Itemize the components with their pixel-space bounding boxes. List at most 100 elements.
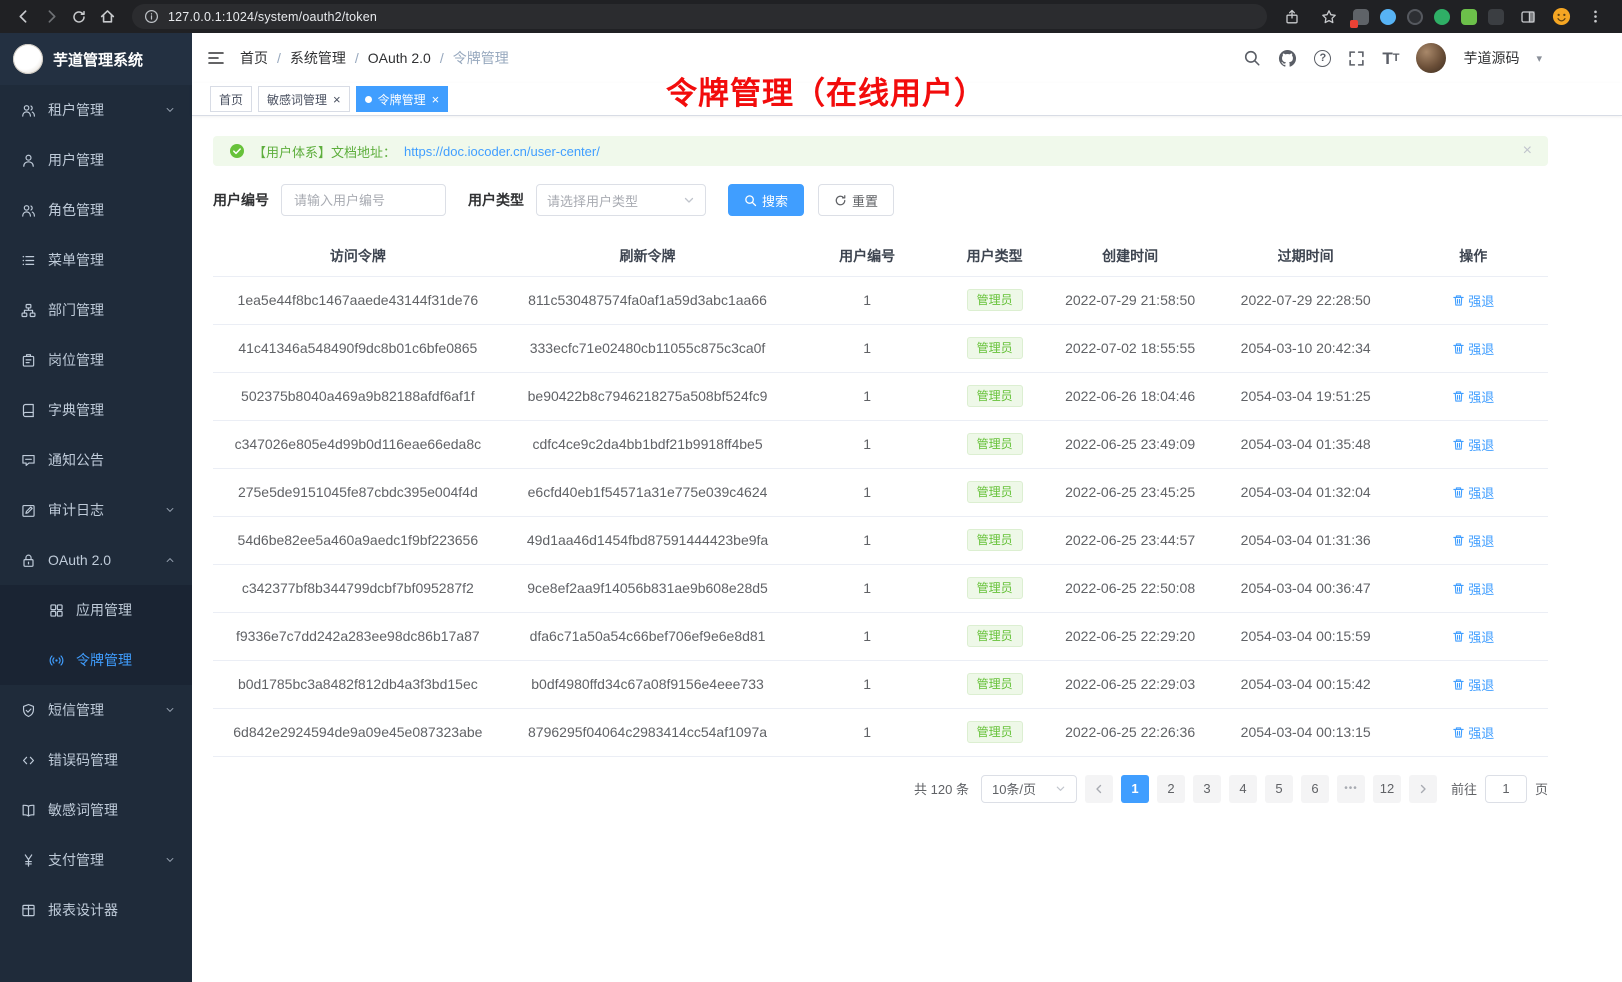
user-type-select[interactable]: 请选择用户类型 xyxy=(536,184,706,216)
access-token-cell: b0d1785bc3a8482f812db4a3f3bd15ec xyxy=(213,660,503,708)
force-logout-label: 强退 xyxy=(1468,435,1494,454)
table-row: 6d842e2924594de9a09e45e087323abe8796295f… xyxy=(213,708,1548,756)
force-logout-button[interactable]: 强退 xyxy=(1452,531,1494,550)
force-logout-button[interactable]: 强退 xyxy=(1452,483,1494,502)
extension-icon-green[interactable] xyxy=(1434,9,1450,25)
back-icon[interactable] xyxy=(10,4,36,30)
force-logout-button[interactable]: 强退 xyxy=(1452,339,1494,358)
sidebar-item-pay[interactable]: 支付管理 xyxy=(0,835,192,885)
page-button-6[interactable]: 6 xyxy=(1301,775,1329,803)
page-button-5[interactable]: 5 xyxy=(1265,775,1293,803)
create-time-cell: 2022-06-25 22:29:03 xyxy=(1047,660,1213,708)
help-icon[interactable] xyxy=(1314,50,1331,67)
user-name[interactable]: 芋道源码 xyxy=(1463,48,1519,68)
force-logout-button[interactable]: 强退 xyxy=(1452,579,1494,598)
doc-link[interactable]: https://doc.iocoder.cn/user-center/ xyxy=(404,144,600,159)
extension-icon-puzzle[interactable] xyxy=(1461,9,1477,25)
force-logout-button[interactable]: 强退 xyxy=(1452,387,1494,406)
sidebar-item-sensitive-word[interactable]: 敏感词管理 xyxy=(0,785,192,835)
sidebar-item-tenant[interactable]: 租户管理 xyxy=(0,85,192,135)
sidebar-item-post[interactable]: 岗位管理 xyxy=(0,335,192,385)
column-header: 过期时间 xyxy=(1213,236,1399,276)
fullscreen-icon[interactable] xyxy=(1348,50,1365,67)
force-logout-button[interactable]: 强退 xyxy=(1452,627,1494,646)
breadcrumb-item[interactable]: OAuth 2.0 xyxy=(368,50,431,66)
extension-icon-pinned[interactable] xyxy=(1353,9,1369,25)
font-size-icon[interactable] xyxy=(1382,50,1399,67)
token-table: 访问令牌刷新令牌用户编号用户类型创建时间过期时间操作 1ea5e44f8bc14… xyxy=(213,236,1548,757)
tab-close-icon[interactable] xyxy=(333,93,341,106)
refresh-token-cell: be90422b8c7946218275a508bf524fc9 xyxy=(503,372,793,420)
force-logout-button[interactable]: 强退 xyxy=(1452,675,1494,694)
forward-icon[interactable] xyxy=(38,4,64,30)
extension-icon-gray[interactable] xyxy=(1488,9,1504,25)
search-icon[interactable] xyxy=(1243,49,1261,67)
app-logo[interactable]: 芋道管理系统 xyxy=(0,33,192,85)
sidebar-item-oauth2[interactable]: OAuth 2.0 xyxy=(0,535,192,585)
page-button-2[interactable]: 2 xyxy=(1157,775,1185,803)
reset-button[interactable]: 重置 xyxy=(818,184,894,216)
sidebar-item-menu[interactable]: 菜单管理 xyxy=(0,235,192,285)
user-type-tag: 管理员 xyxy=(967,529,1023,551)
chrome-toolbar xyxy=(1279,4,1612,30)
address-bar[interactable]: 127.0.0.1:1024/system/oauth2/token xyxy=(132,4,1267,29)
success-icon xyxy=(229,143,245,159)
search-button[interactable]: 搜索 xyxy=(728,184,804,216)
profile-avatar-icon[interactable] xyxy=(1552,7,1571,26)
goto-page-input[interactable] xyxy=(1485,775,1527,803)
sidebar-item-dept[interactable]: 部门管理 xyxy=(0,285,192,335)
tab-item[interactable]: 首页 xyxy=(210,86,252,112)
prev-page-button[interactable] xyxy=(1085,775,1113,803)
users-icon xyxy=(20,202,36,218)
tab-item[interactable]: 令牌管理 xyxy=(356,86,449,112)
chrome-menu-icon[interactable] xyxy=(1582,4,1608,30)
sidebar-item-report-designer[interactable]: 报表设计器 xyxy=(0,885,192,935)
next-page-button[interactable] xyxy=(1409,775,1437,803)
split-view-icon[interactable] xyxy=(1515,4,1541,30)
home-icon[interactable] xyxy=(94,4,120,30)
access-token-cell: 1ea5e44f8bc1467aaede43144f31de76 xyxy=(213,276,503,324)
force-logout-label: 强退 xyxy=(1468,387,1494,406)
sidebar-item-oauth2-app[interactable]: 应用管理 xyxy=(0,585,192,635)
sidebar-item-dict[interactable]: 字典管理 xyxy=(0,385,192,435)
extension-icon-dark[interactable] xyxy=(1407,9,1423,25)
collapse-sidebar-icon[interactable] xyxy=(207,49,225,67)
sidebar-item-role[interactable]: 角色管理 xyxy=(0,185,192,235)
breadcrumb-item[interactable]: 系统管理 xyxy=(290,48,346,68)
sidebar-item-audit-log[interactable]: 审计日志 xyxy=(0,485,192,535)
page-button-12[interactable]: 12 xyxy=(1373,775,1401,803)
force-logout-button[interactable]: 强退 xyxy=(1452,291,1494,310)
force-logout-button[interactable]: 强退 xyxy=(1452,723,1494,742)
sidebar-item-sms[interactable]: 短信管理 xyxy=(0,685,192,735)
user-avatar[interactable] xyxy=(1416,43,1446,73)
force-logout-button[interactable]: 强退 xyxy=(1452,435,1494,454)
sidebar-item-oauth2-token[interactable]: 令牌管理 xyxy=(0,635,192,685)
refresh-icon[interactable] xyxy=(66,4,92,30)
github-icon[interactable] xyxy=(1278,49,1297,68)
browser-chrome: 127.0.0.1:1024/system/oauth2/token xyxy=(0,0,1622,33)
pagination: 共 120 条 10条/页 123456•••12 前往 xyxy=(213,775,1548,803)
access-token-cell: 54d6be82ee5a460a9aedc1f9bf223656 xyxy=(213,516,503,564)
share-icon[interactable] xyxy=(1279,4,1305,30)
sidebar-item-error-code[interactable]: 错误码管理 xyxy=(0,735,192,785)
bookmark-star-icon[interactable] xyxy=(1316,4,1342,30)
page-button-1[interactable]: 1 xyxy=(1121,775,1149,803)
sidebar-item-label: 应用管理 xyxy=(76,600,132,620)
user-type-cell: 管理员 xyxy=(942,372,1047,420)
page-button-3[interactable]: 3 xyxy=(1193,775,1221,803)
close-icon[interactable] xyxy=(1523,143,1532,159)
tab-close-icon[interactable] xyxy=(432,93,440,106)
tab-item[interactable]: 敏感词管理 xyxy=(258,86,350,112)
extension-icon-blue[interactable] xyxy=(1380,9,1396,25)
create-time-cell: 2022-06-25 23:44:57 xyxy=(1047,516,1213,564)
sidebar-item-notice[interactable]: 通知公告 xyxy=(0,435,192,485)
site-info-icon[interactable] xyxy=(144,9,159,24)
sidebar-item-user[interactable]: 用户管理 xyxy=(0,135,192,185)
more-pages-button[interactable]: ••• xyxy=(1337,775,1365,803)
breadcrumb-item[interactable]: 首页 xyxy=(240,48,268,68)
chevron-down-icon[interactable] xyxy=(1536,52,1542,65)
page-size-select[interactable]: 10条/页 xyxy=(981,775,1077,803)
page-button-4[interactable]: 4 xyxy=(1229,775,1257,803)
user-id-input[interactable] xyxy=(281,184,446,216)
user-type-cell: 管理员 xyxy=(942,516,1047,564)
